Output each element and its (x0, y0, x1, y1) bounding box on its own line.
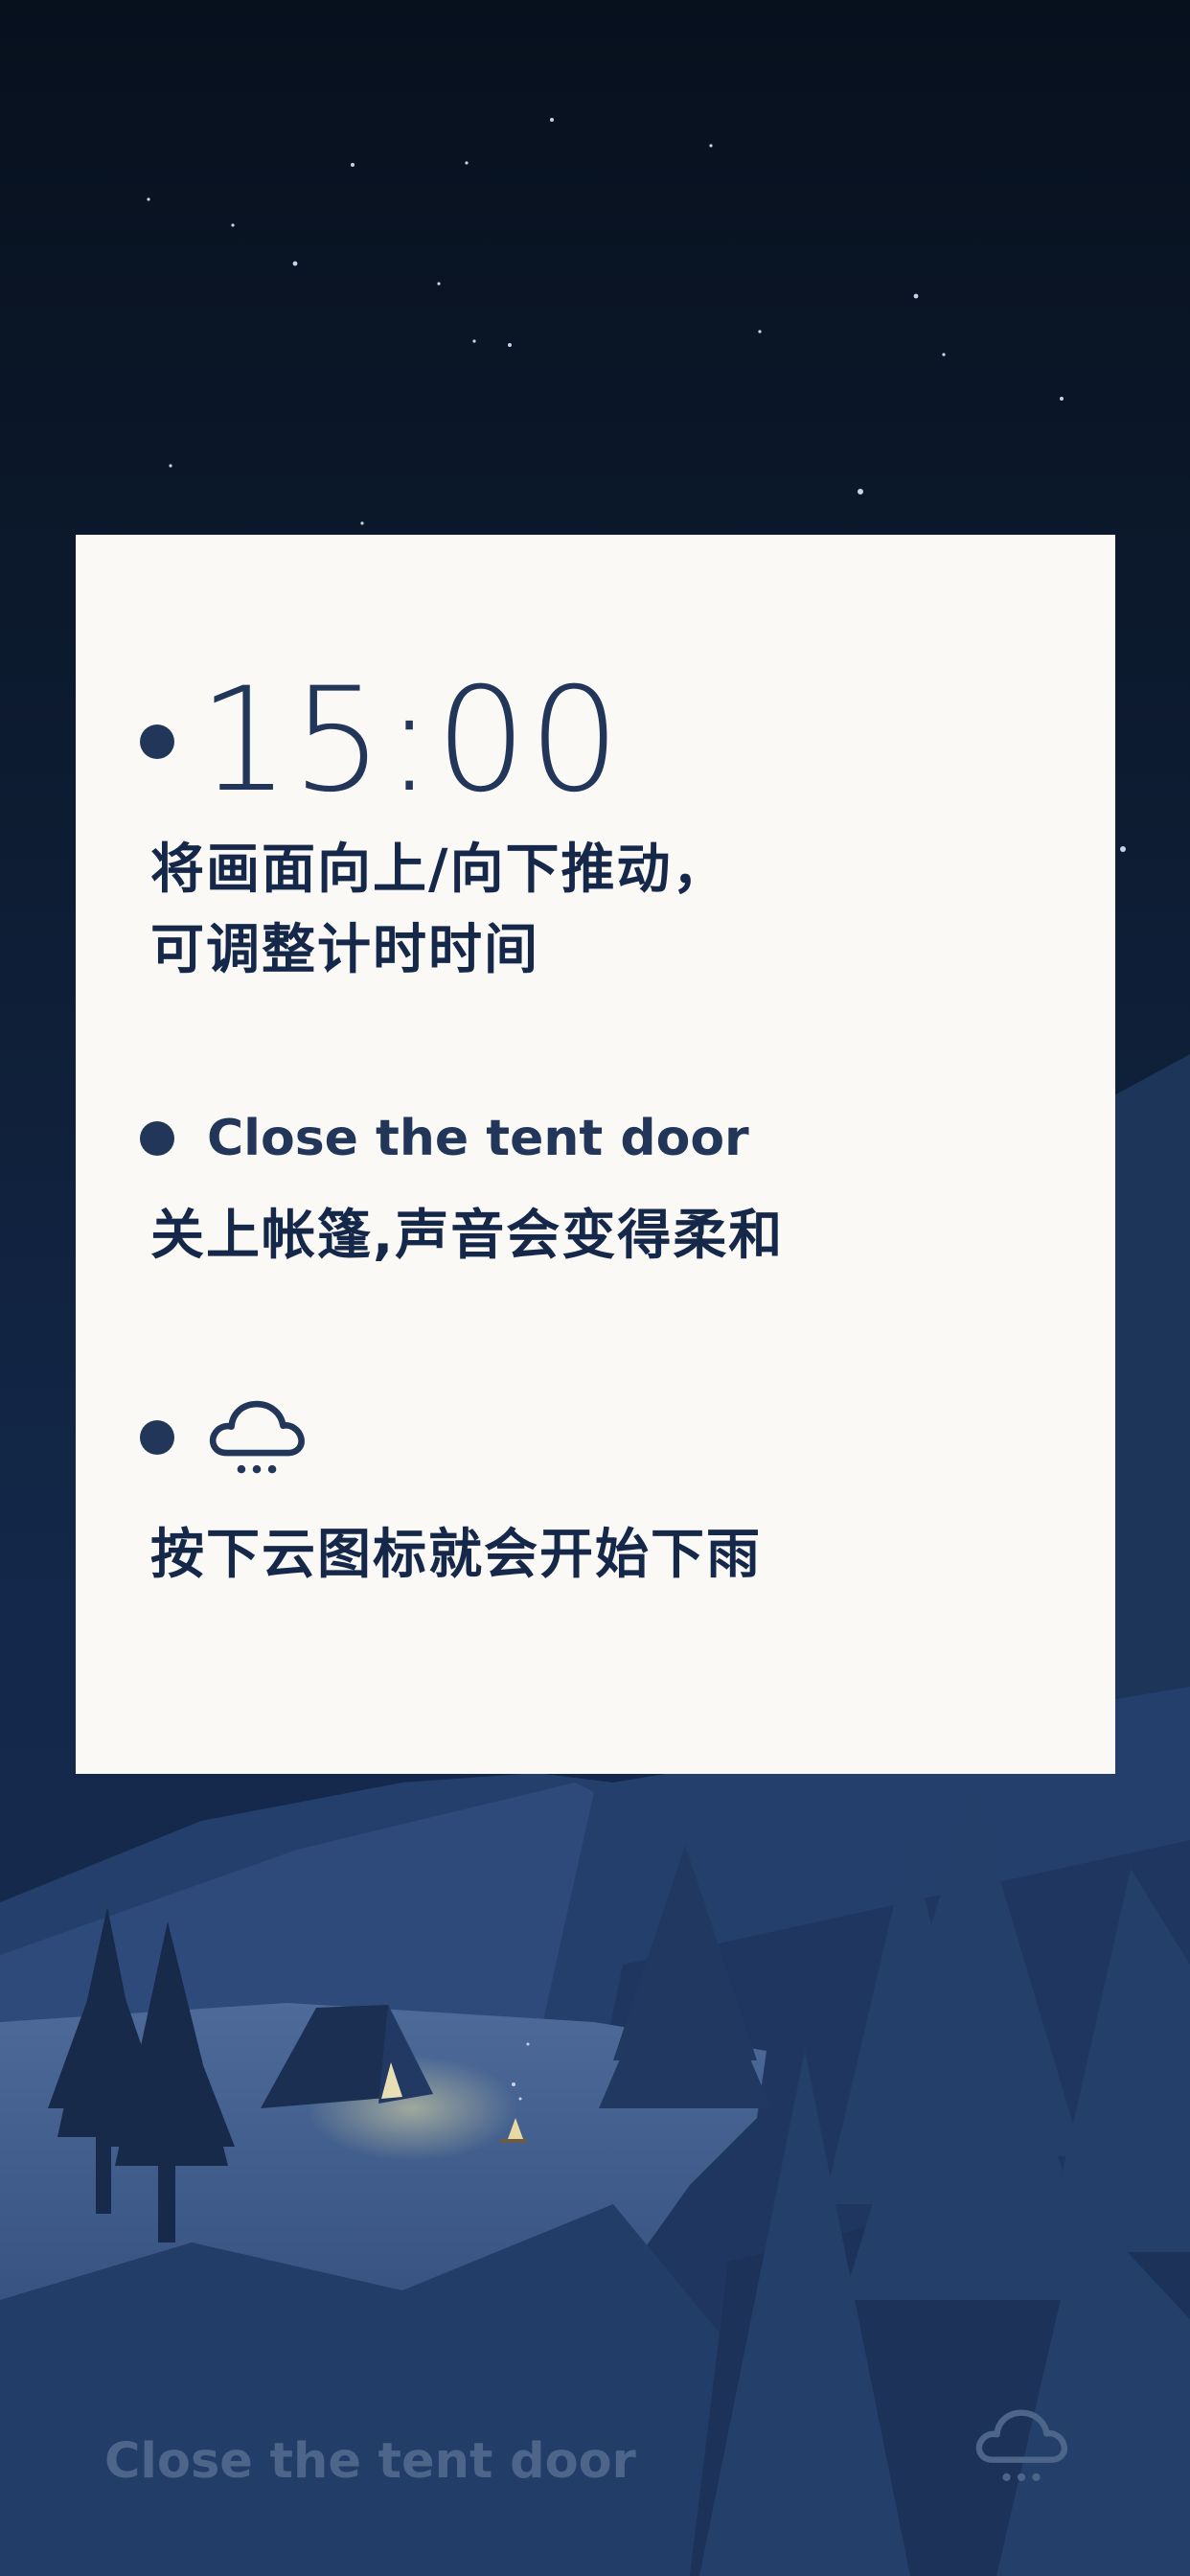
tutorial-card: 15:00 将画面向上/向下推动， 可调整计时时间 Close the tent… (76, 535, 1115, 1774)
camping-app-screen: 15:00 将画面向上/向下推动， 可调整计时时间 Close the tent… (0, 0, 1190, 2576)
bullet-dot (140, 1121, 174, 1156)
close-tent-door-button[interactable]: Close the tent door (104, 2437, 636, 2486)
rain-cloud-icon (209, 1400, 305, 1474)
timer-display: 15:00 (198, 657, 623, 824)
timer-hint: 将画面向上/向下推动， 可调整计时时间 (150, 839, 728, 981)
rain-cloud-icon[interactable] (973, 2404, 1069, 2492)
tent-door-title: Close the tent door (207, 1110, 749, 1167)
bullet-dot (140, 1420, 174, 1455)
bullet-dot (140, 724, 174, 759)
rain-hint: 按下云图标就会开始下雨 (150, 1524, 762, 1586)
tent-door-hint: 关上帐篷,声音会变得柔和 (150, 1205, 785, 1267)
